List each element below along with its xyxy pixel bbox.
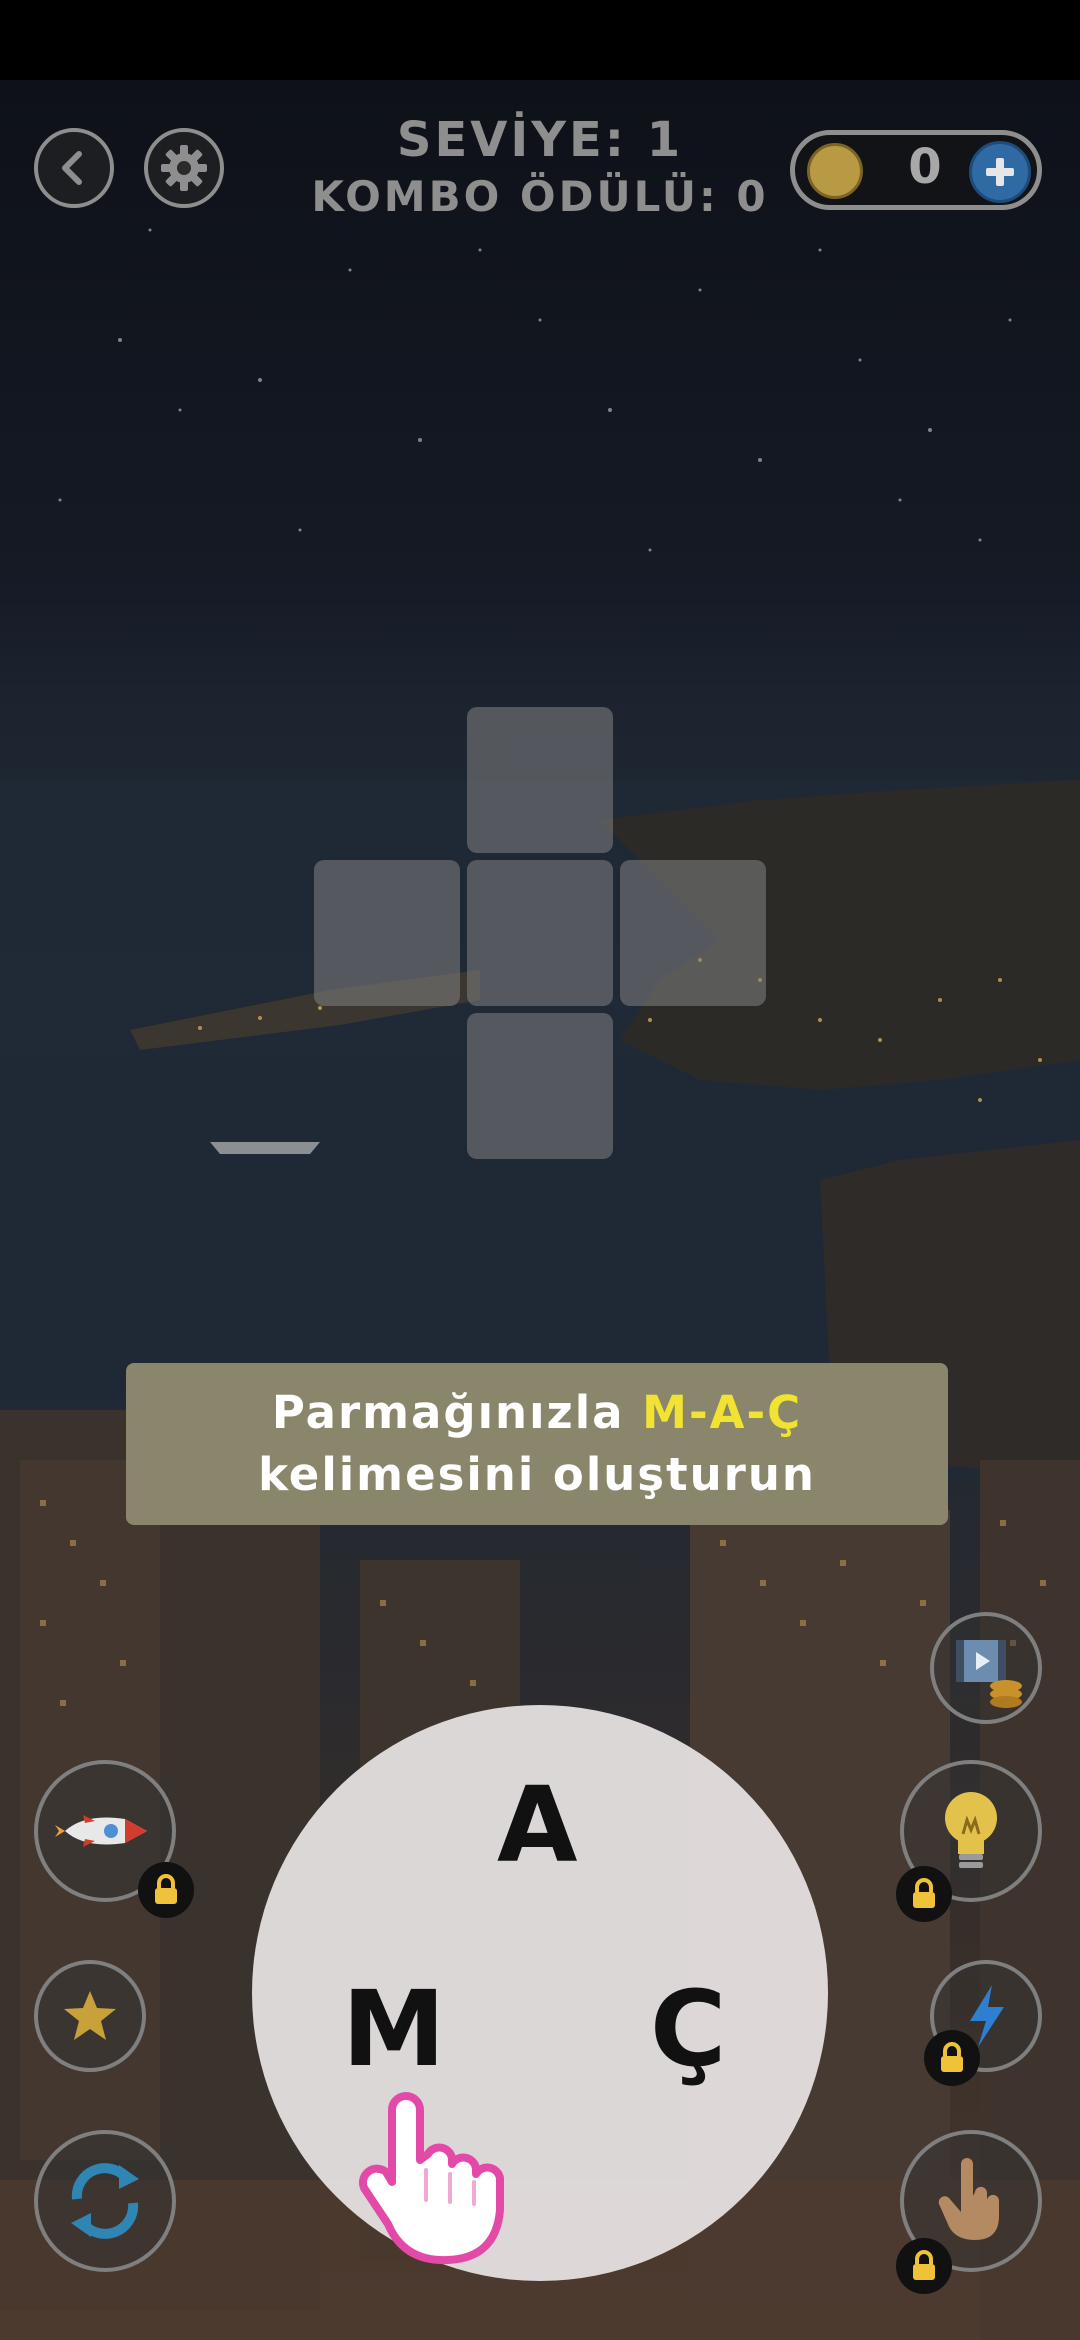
hint-line-2: kelimesini oluşturun xyxy=(258,1448,816,1501)
wheel-letter-m[interactable]: M xyxy=(342,1977,446,2081)
hint-line-1: Parmağınızla M-A-Ç xyxy=(272,1382,802,1444)
video-coins-icon xyxy=(956,1640,1022,1708)
combo-label: KOMBO ÖDÜLÜ: 0 xyxy=(311,172,769,221)
lightbulb-icon xyxy=(945,1792,997,1868)
lock-icon xyxy=(913,2250,935,2280)
grid-cell xyxy=(620,860,766,1006)
hint-bulb-button[interactable] xyxy=(896,1760,1042,1922)
lock-badge xyxy=(896,2238,952,2294)
star-icon xyxy=(64,1991,116,2040)
back-button[interactable] xyxy=(34,128,114,208)
star-button[interactable] xyxy=(34,1960,146,2072)
lock-badge xyxy=(138,1862,194,1918)
add-coins-button[interactable] xyxy=(969,141,1031,203)
grid-cell xyxy=(467,860,613,1006)
back-arrow-icon xyxy=(62,151,82,185)
lock-badge xyxy=(924,2030,980,2086)
shuffle-button[interactable] xyxy=(34,2130,176,2272)
lock-icon xyxy=(913,1878,935,1908)
hint-prefix: Parmağınızla xyxy=(271,1386,625,1439)
plus-icon xyxy=(986,158,1014,186)
coin-icon xyxy=(807,143,863,199)
hint-word: M-A-Ç xyxy=(642,1386,803,1439)
grid-cell xyxy=(467,1013,613,1159)
gear-icon xyxy=(161,145,207,191)
coin-panel: 0 xyxy=(790,130,1042,210)
grid-cell xyxy=(314,860,460,1006)
finger-icon xyxy=(938,2158,1000,2240)
tutorial-hint-banner: Parmağınızla M-A-Ç kelimesini oluşturun xyxy=(126,1363,948,1525)
coin-count: 0 xyxy=(908,139,942,195)
lock-badge xyxy=(896,1866,952,1922)
grid-cell xyxy=(467,707,613,853)
lock-icon xyxy=(941,2042,963,2072)
finger-hint-button[interactable] xyxy=(896,2130,1042,2294)
wheel-letter-a[interactable]: A xyxy=(497,1773,578,1877)
wheel-letter-c[interactable]: Ç xyxy=(650,1977,726,2081)
rocket-icon xyxy=(55,1815,147,1847)
status-bar xyxy=(0,0,1080,80)
shuffle-icon xyxy=(71,2163,139,2239)
lightning-button[interactable] xyxy=(924,1960,1042,2086)
level-label: SEVİYE: 1 xyxy=(396,112,684,168)
letter-wheel[interactable]: A M Ç xyxy=(252,1705,828,2281)
settings-button[interactable] xyxy=(144,128,224,208)
video-reward-button[interactable] xyxy=(930,1612,1042,1724)
lock-icon xyxy=(155,1874,177,1904)
rocket-button[interactable] xyxy=(34,1760,194,1918)
hand-pointer-icon xyxy=(358,2092,504,2265)
